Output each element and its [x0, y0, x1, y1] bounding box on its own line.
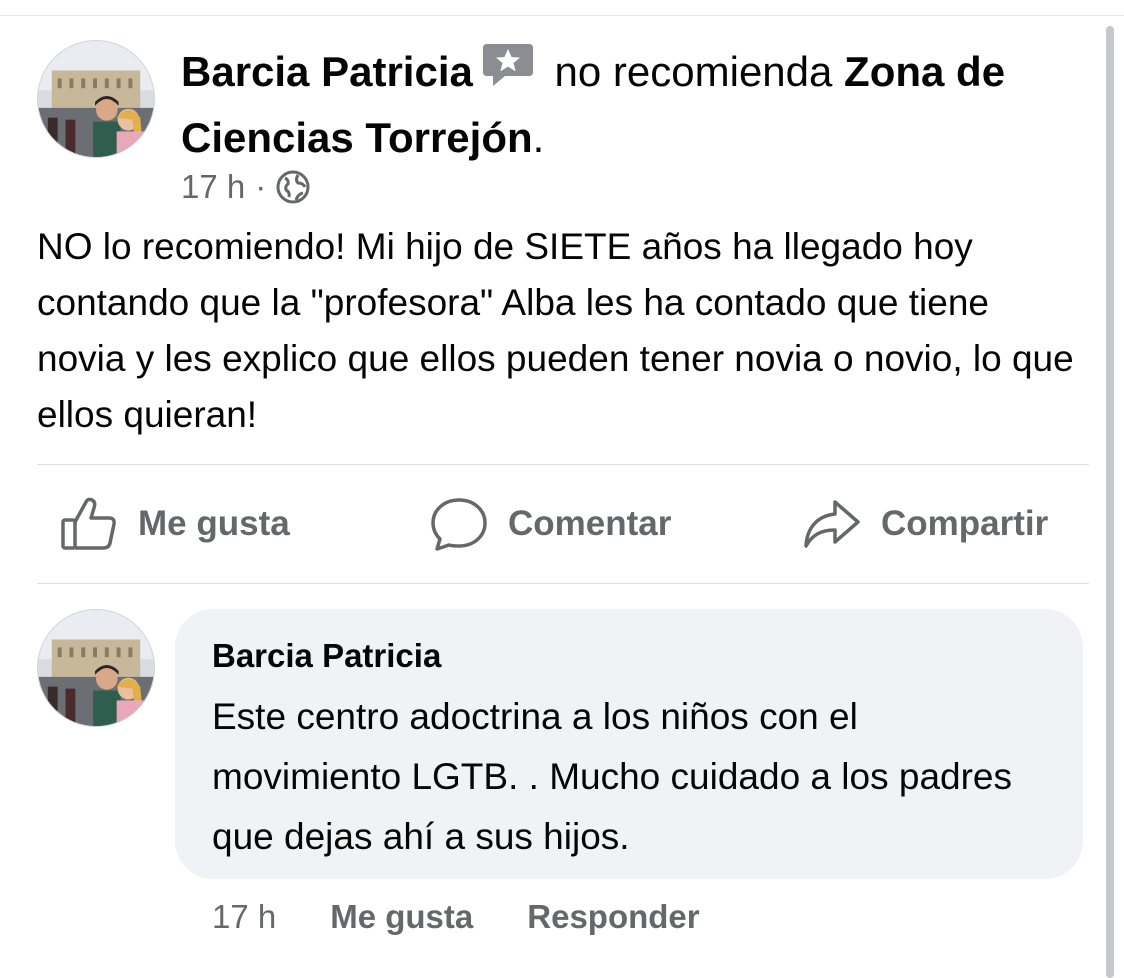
share-button[interactable]: Compartir [803, 494, 1048, 554]
comment-time[interactable]: 17 h [212, 898, 276, 936]
avatar[interactable] [37, 40, 155, 158]
comment-bubble-icon [431, 498, 487, 551]
share-arrow-icon [804, 500, 860, 548]
comment-reply-button[interactable]: Responder [527, 898, 699, 936]
scrollbar[interactable] [1106, 26, 1114, 978]
post-text: NO lo recomiendo! Mi hijo de SIETE años … [37, 226, 1074, 435]
recommendation-verb: no recomienda [554, 48, 833, 96]
avatar-photo [38, 41, 154, 157]
comment-button[interactable]: Comentar [430, 494, 671, 554]
like-button[interactable]: Me gusta [60, 494, 290, 554]
comment-author[interactable]: Barcia Patricia [212, 633, 1047, 679]
divider [37, 583, 1089, 584]
globe-icon [276, 170, 310, 204]
comment-avatar[interactable] [37, 609, 155, 727]
avatar-photo [38, 610, 154, 726]
share-label: Compartir [881, 504, 1049, 543]
top-divider [0, 15, 1124, 16]
comment-label: Comentar [508, 504, 672, 543]
star-review-icon [481, 40, 535, 104]
like-label: Me gusta [138, 504, 290, 543]
thumbs-up-icon [61, 497, 116, 550]
post-header: Barcia Patricia no recomienda Zona de Ci… [181, 40, 1061, 166]
post-meta: 17 h · [181, 166, 310, 208]
post-time[interactable]: 17 h [181, 166, 245, 208]
author-name[interactable]: Barcia Patricia [181, 48, 473, 95]
page-suffix: . [532, 114, 545, 161]
comment-bubble: Barcia Patricia Este centro adoctrina a … [175, 609, 1083, 879]
comment-text: Este centro adoctrina a los niños con el… [212, 696, 1012, 857]
meta-separator: · [255, 168, 267, 205]
divider [37, 464, 1089, 465]
comment-like-button[interactable]: Me gusta [330, 898, 473, 936]
comment-actions: 17 h Me gusta Responder [212, 893, 700, 941]
